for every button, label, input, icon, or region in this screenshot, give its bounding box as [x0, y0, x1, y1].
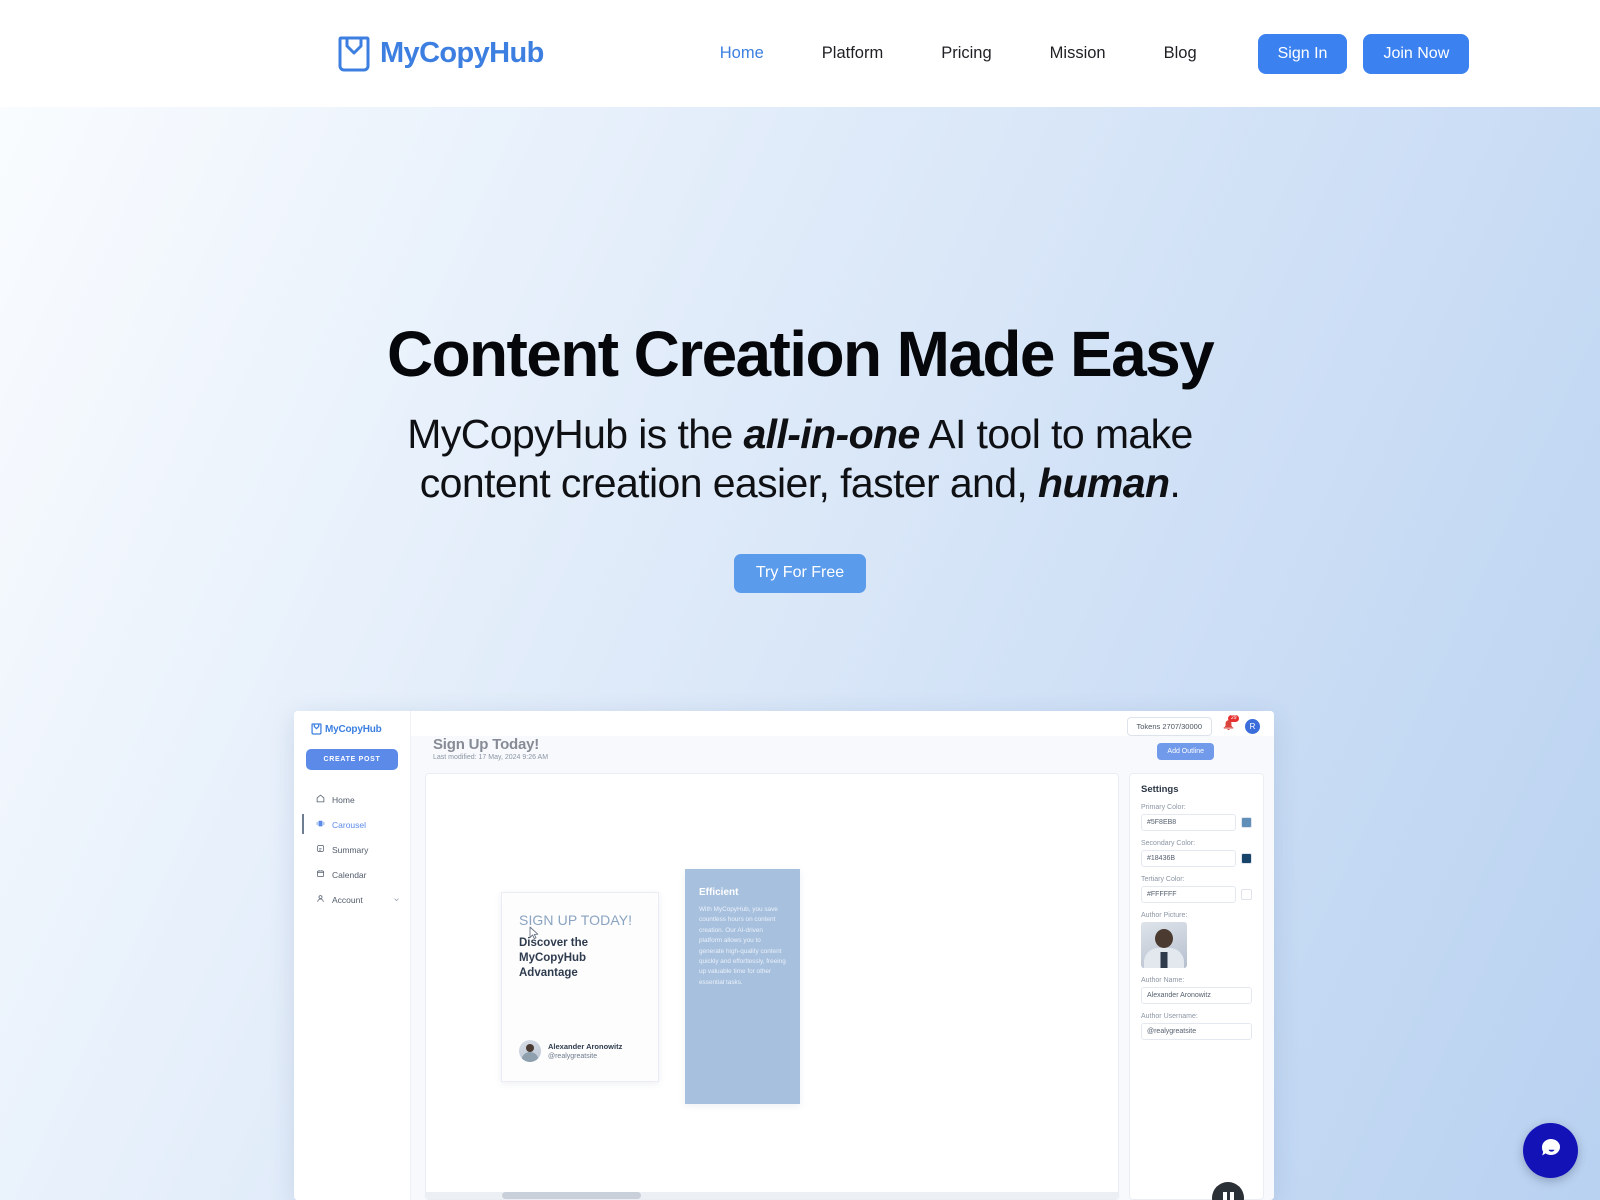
- app-main-area: Tokens 2707/30000 29 R Sign Up Today! La…: [411, 711, 1274, 1200]
- carousel-canvas[interactable]: SIGN UP TODAY! Discover the MyCopyHub Ad…: [425, 773, 1119, 1200]
- author-name-label: Author Name:: [1141, 977, 1185, 984]
- primary-color-row: #5F8EB8: [1141, 814, 1252, 831]
- carousel-slide-2[interactable]: Efficient With MyCopyHub, you save count…: [685, 869, 800, 1104]
- slide2-text: With MyCopyHub, you save countless hours…: [699, 906, 786, 986]
- primary-color-label: Primary Color:: [1141, 804, 1186, 811]
- hero-subtitle: MyCopyHub is the all-in-one AI tool to m…: [340, 410, 1260, 508]
- app-sidebar: MyCopyHub CREATE POST Home Carousel Summ…: [294, 711, 411, 1200]
- top-navigation-bar: MyCopyHub Home Platform Pricing Mission …: [0, 0, 1600, 107]
- join-now-button[interactable]: Join Now: [1363, 33, 1470, 74]
- slide-author-username: @realygreatsite: [548, 1052, 598, 1060]
- secondary-color-label: Secondary Color:: [1141, 840, 1196, 847]
- author-name-input[interactable]: Alexander Aronowitz: [1141, 987, 1252, 1004]
- author-picture-thumbnail[interactable]: [1141, 922, 1187, 968]
- author-picture-label: Author Picture:: [1141, 912, 1188, 919]
- document-header: Sign Up Today! Last modified: 17 May, 20…: [411, 736, 1274, 765]
- brand-logo[interactable]: MyCopyHub: [337, 35, 544, 73]
- sign-in-button[interactable]: Sign In: [1257, 33, 1348, 74]
- author-username-label: Author Username:: [1141, 1013, 1198, 1020]
- nav-link-mission[interactable]: Mission: [1021, 44, 1135, 63]
- primary-color-input[interactable]: #5F8EB8: [1141, 814, 1236, 831]
- chat-bubble-icon: [1538, 1135, 1564, 1166]
- nav-link-pricing[interactable]: Pricing: [912, 44, 1020, 63]
- slide-author-name: Alexander Aronowitz: [548, 1041, 623, 1051]
- summary-icon: [316, 844, 325, 855]
- author-username-row: @realygreatsite: [1141, 1023, 1252, 1040]
- product-screenshot: MyCopyHub CREATE POST Home Carousel Summ…: [294, 711, 1274, 1200]
- mouse-cursor-icon: [529, 926, 539, 942]
- nav-link-platform[interactable]: Platform: [793, 44, 912, 63]
- account-icon: [316, 894, 325, 905]
- slide2-title: Efficient: [699, 887, 739, 898]
- hero-section: Content Creation Made Easy MyCopyHub is …: [0, 107, 1600, 593]
- chat-widget-button[interactable]: [1523, 1123, 1578, 1178]
- nav-link-home[interactable]: Home: [691, 44, 793, 63]
- home-icon: [316, 794, 325, 805]
- document-last-modified: Last modified: 17 May, 2024 9:26 AM: [433, 754, 549, 761]
- settings-panel: Settings Primary Color: #5F8EB8 Secondar…: [1129, 773, 1264, 1200]
- hero-sub-part3: .: [1169, 459, 1181, 506]
- sidebar-item-label: Calendar: [332, 869, 367, 880]
- slide-body-text: Discover the MyCopyHub Advantage: [519, 937, 589, 980]
- mycopyhub-bookmark-icon: [337, 35, 371, 73]
- sidebar-item-carousel[interactable]: Carousel: [294, 812, 410, 837]
- tertiary-color-row: #FFFFFF: [1141, 886, 1252, 903]
- horizontal-scrollbar[interactable]: [426, 1192, 1118, 1199]
- page-title: Content Creation Made Easy: [386, 318, 1215, 390]
- sidebar-item-label: Summary: [332, 844, 369, 855]
- slide-author-block: Alexander Aronowitz @realygreatsite: [548, 1042, 622, 1060]
- carousel-icon: [316, 819, 325, 830]
- chevron-down-icon[interactable]: [393, 895, 400, 905]
- notification-badge: 29: [1228, 715, 1239, 722]
- author-username-input[interactable]: @realygreatsite: [1141, 1023, 1252, 1040]
- sidebar-item-label: Home: [332, 794, 355, 805]
- tertiary-color-input[interactable]: #FFFFFF: [1141, 886, 1236, 903]
- app-sidebar-brand-name: MyCopyHub: [325, 723, 382, 735]
- app-sidebar-menu: Home Carousel Summary Calendar Account: [294, 787, 410, 912]
- try-for-free-button[interactable]: Try For Free: [733, 553, 867, 593]
- avatar: [519, 1039, 541, 1062]
- create-post-button[interactable]: CREATE POST: [306, 749, 398, 770]
- carousel-slide-1[interactable]: SIGN UP TODAY! Discover the MyCopyHub Ad…: [501, 891, 659, 1082]
- sidebar-item-label: Account: [332, 894, 363, 905]
- cta-container: Try For Free: [0, 553, 1600, 593]
- secondary-color-row: #18436B: [1141, 850, 1252, 867]
- primary-color-swatch[interactable]: [1241, 817, 1252, 828]
- slide-author-row: Alexander Aronowitz @realygreatsite: [519, 1039, 641, 1062]
- token-counter[interactable]: Tokens 2707/30000: [1126, 717, 1212, 736]
- secondary-color-input[interactable]: #18436B: [1141, 850, 1236, 867]
- hero-sub-emphasis-human: human: [1038, 459, 1170, 506]
- sidebar-item-calendar[interactable]: Calendar: [294, 862, 410, 887]
- calendar-icon: [316, 869, 325, 880]
- nav-links: Home Platform Pricing Mission Blog Sign …: [691, 33, 1470, 74]
- notifications-button[interactable]: 29: [1222, 715, 1239, 734]
- brand-name: MyCopyHub: [380, 37, 544, 69]
- nav-link-blog[interactable]: Blog: [1135, 44, 1226, 63]
- document-title: Sign Up Today!: [433, 736, 540, 753]
- author-name-row: Alexander Aronowitz: [1141, 987, 1252, 1004]
- secondary-color-swatch[interactable]: [1241, 853, 1252, 864]
- tertiary-color-label: Tertiary Color:: [1141, 876, 1185, 883]
- sidebar-item-home[interactable]: Home: [294, 787, 410, 812]
- hero-sub-part1: MyCopyHub is the: [407, 411, 744, 458]
- tertiary-color-swatch[interactable]: [1241, 889, 1252, 900]
- sidebar-item-label: Carousel: [332, 819, 367, 830]
- mycopyhub-bookmark-icon-small: [311, 723, 322, 735]
- hero-sub-emphasis-all-in-one: all-in-one: [743, 411, 920, 458]
- app-content-body: SIGN UP TODAY! Discover the MyCopyHub Ad…: [411, 765, 1274, 1200]
- sidebar-item-summary[interactable]: Summary: [294, 837, 410, 862]
- settings-heading: Settings: [1141, 784, 1179, 795]
- add-outline-button[interactable]: Add Outline: [1157, 743, 1214, 760]
- sidebar-item-account[interactable]: Account: [294, 887, 410, 912]
- user-avatar[interactable]: R: [1245, 719, 1260, 734]
- app-sidebar-brand[interactable]: MyCopyHub: [311, 723, 410, 735]
